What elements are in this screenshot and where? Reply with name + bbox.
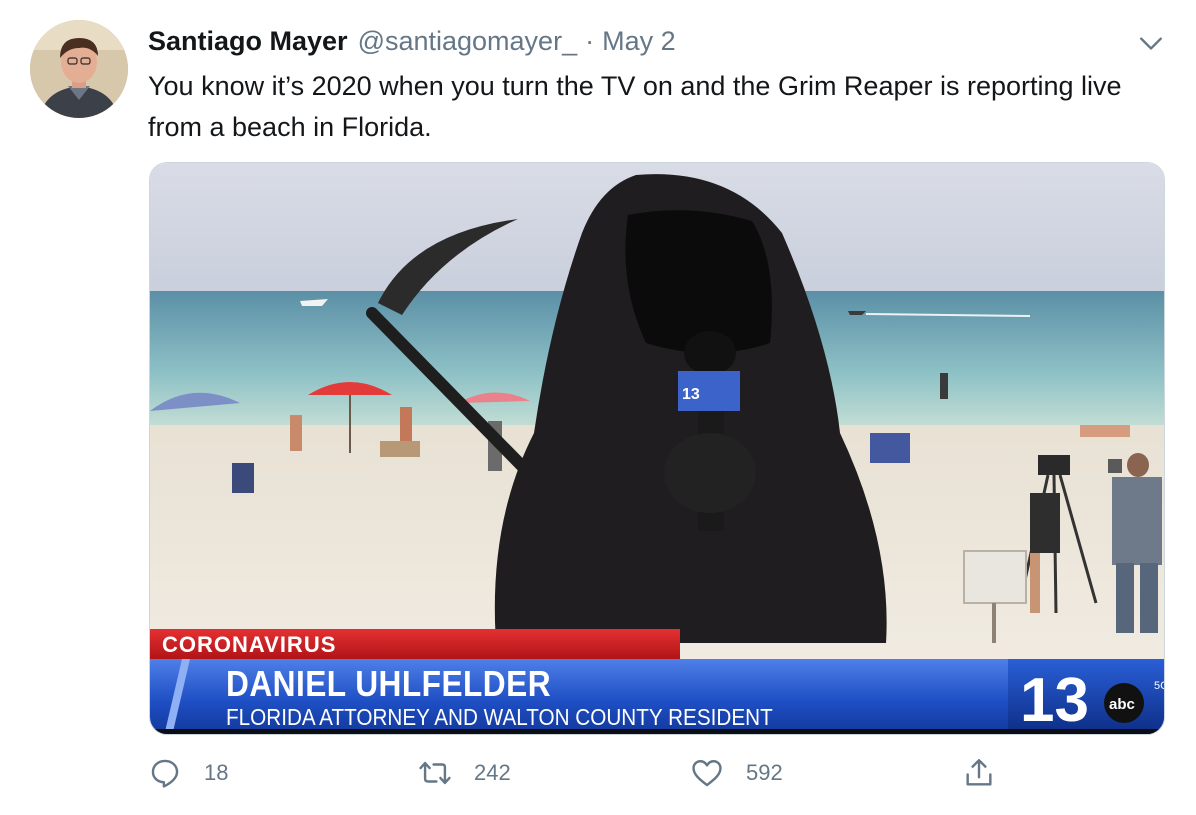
person-name: DANIEL UHLFELDER xyxy=(226,663,552,704)
tweet-menu-button[interactable] xyxy=(1138,30,1164,56)
header-separator: · xyxy=(585,26,595,56)
person-title: FLORIDA ATTORNEY AND WALTON COUNTY RESID… xyxy=(226,704,773,730)
author-display-name[interactable]: Santiago Mayer xyxy=(148,26,348,57)
share-icon xyxy=(966,759,992,786)
tweet-header: Santiago Mayer @santiagomayer_ · May 2 xyxy=(148,26,676,60)
retweet-icon xyxy=(419,761,451,785)
tweet-media[interactable]: 13 CORONAVIRUS DANIEL UHLFELDER FLORIDA … xyxy=(149,162,1165,735)
retweet-button[interactable]: 242 xyxy=(418,756,511,790)
name-banner: DANIEL UHLFELDER FLORIDA ATTORNEY AND WA… xyxy=(150,659,1165,735)
station-logo-icon: 13 abc 5C 1 xyxy=(1020,666,1165,735)
ticker-strip xyxy=(150,729,1164,734)
avatar-photo xyxy=(30,20,128,118)
heart-icon xyxy=(692,760,722,787)
tweet-date[interactable]: May 2 xyxy=(602,26,676,57)
station-corner-text: 5C 1 xyxy=(1154,680,1165,692)
reply-count: 18 xyxy=(204,760,229,785)
station-number: 13 xyxy=(1020,666,1089,735)
mic-flag-number: 13 xyxy=(682,386,700,403)
like-button[interactable]: 592 xyxy=(690,756,783,790)
news-lower-third: CORONAVIRUS DANIEL UHLFELDER FLORIDA ATT… xyxy=(150,629,1165,735)
avatar[interactable] xyxy=(30,20,128,118)
share-button[interactable] xyxy=(962,756,996,790)
reply-button[interactable]: 18 xyxy=(148,756,228,790)
station-network: abc xyxy=(1109,696,1135,713)
banner-stripe-icon xyxy=(164,659,190,734)
author-handle[interactable]: @santiagomayer_ xyxy=(358,26,578,57)
topic-banner: CORONAVIRUS xyxy=(150,629,680,659)
tweet-actions: 18 242 592 xyxy=(148,756,1188,796)
like-count: 592 xyxy=(746,760,783,785)
retweet-count: 242 xyxy=(474,760,511,785)
chevron-down-icon xyxy=(1140,37,1162,50)
reply-icon xyxy=(151,759,179,788)
tweet-text: You know it’s 2020 when you turn the TV … xyxy=(148,71,1122,142)
tweet-card[interactable]: Santiago Mayer @santiagomayer_ · May 2 Y… xyxy=(0,0,1196,815)
station-logo: 13 abc 5C 1 xyxy=(1008,659,1165,735)
